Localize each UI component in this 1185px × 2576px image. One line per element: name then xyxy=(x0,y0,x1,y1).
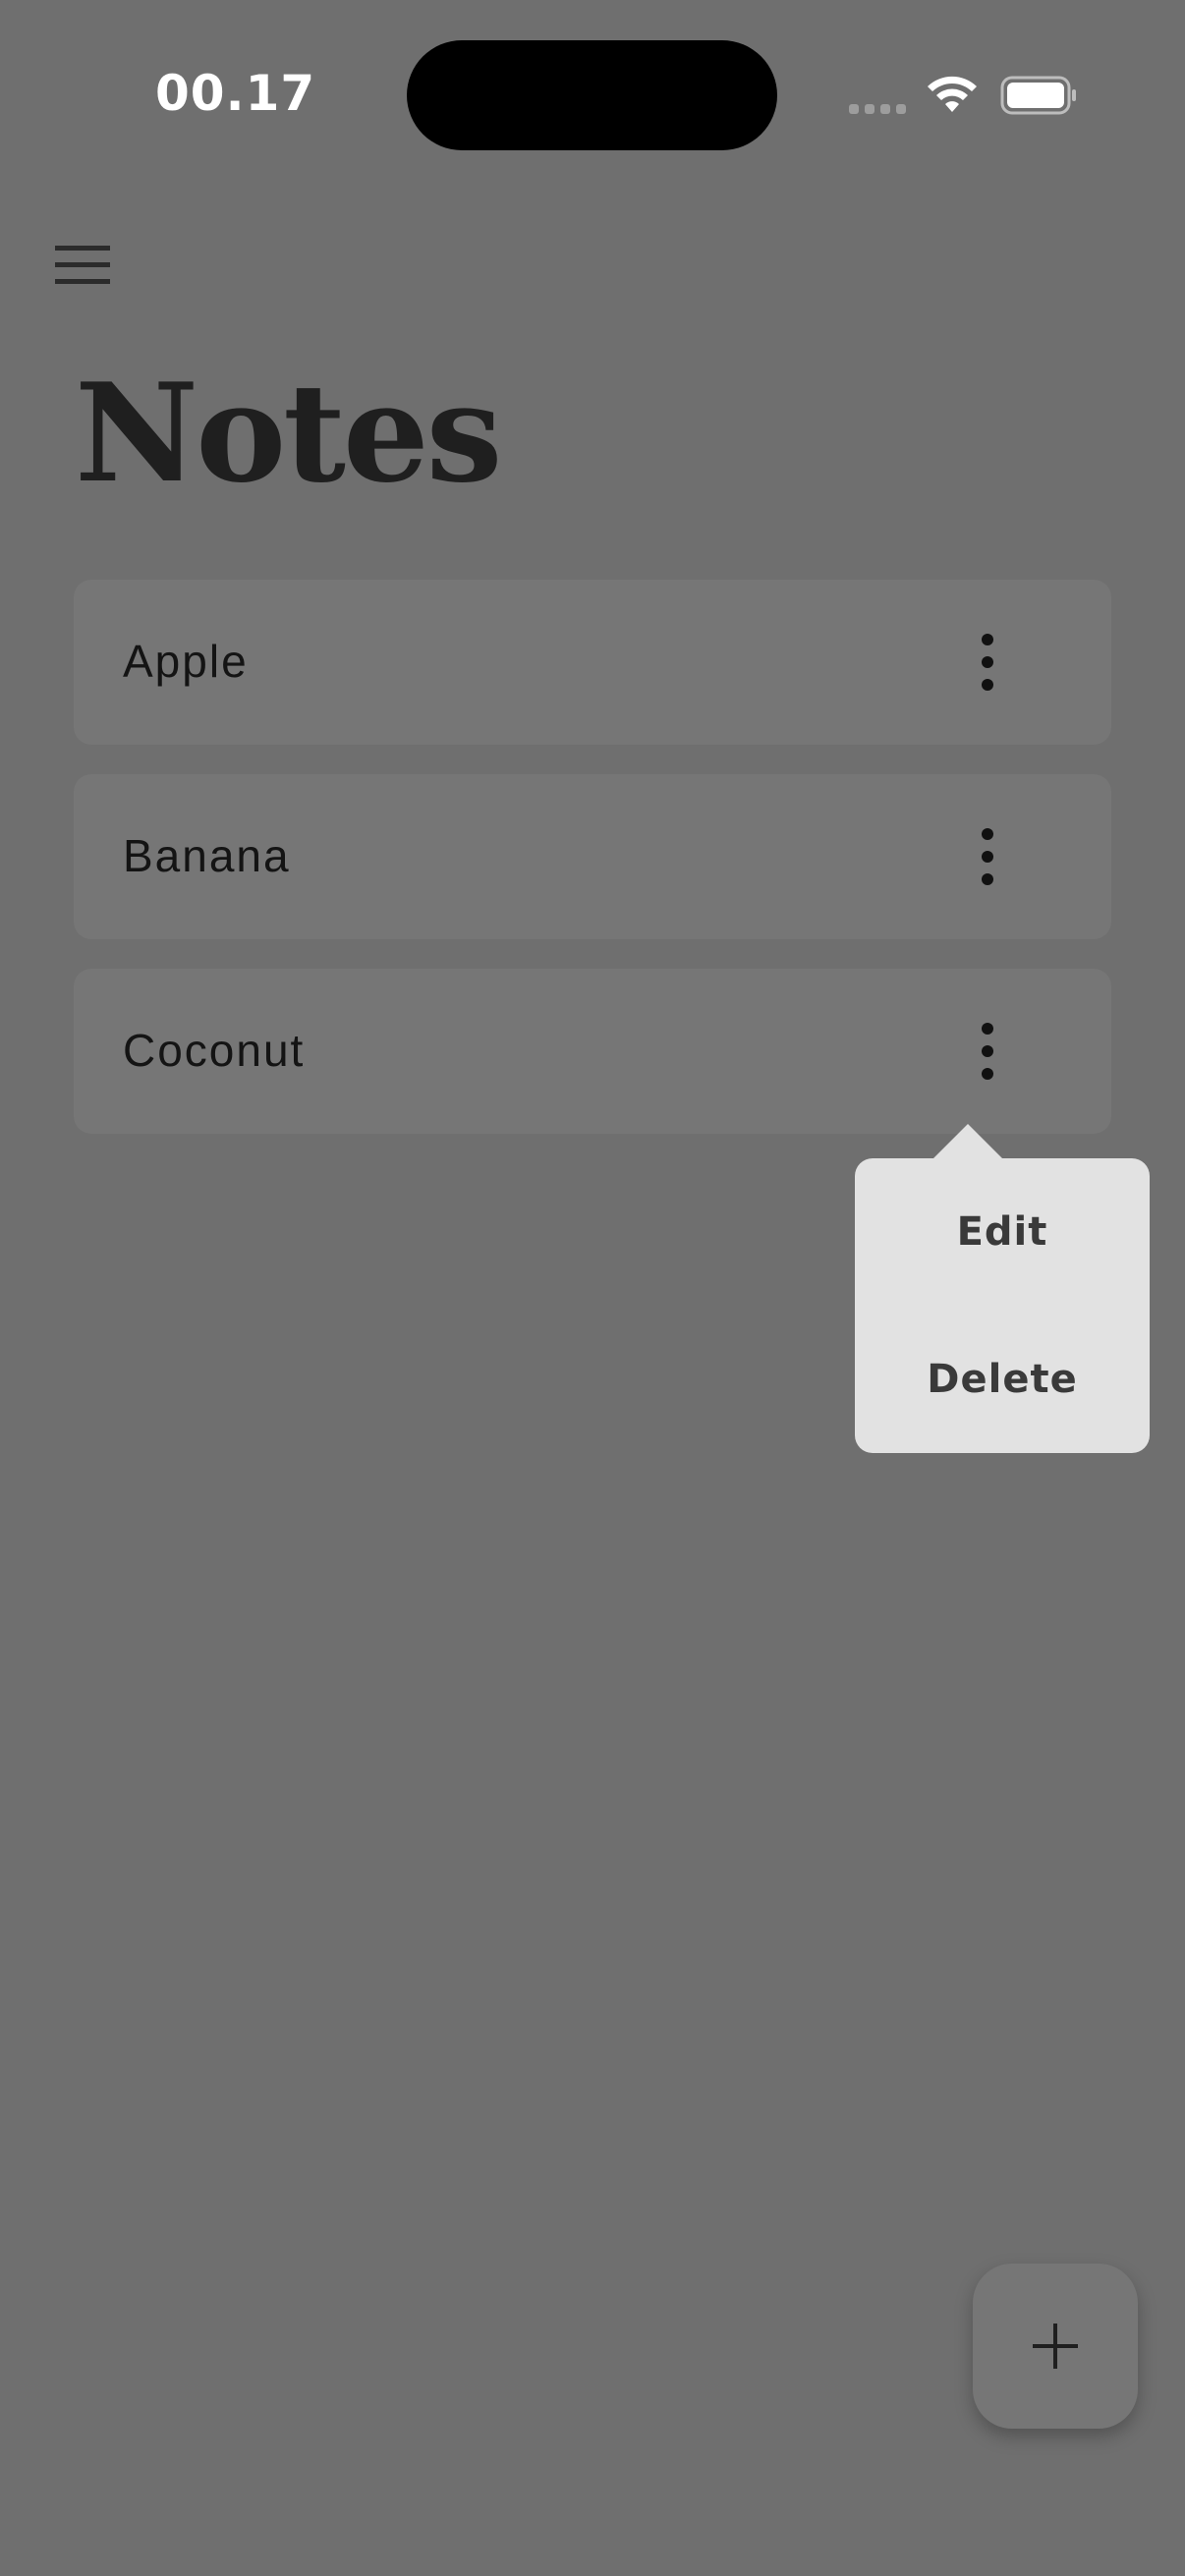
page-title: Notes xyxy=(75,353,502,513)
hamburger-menu-icon[interactable] xyxy=(43,226,122,305)
status-bar: 00.17 xyxy=(0,0,1185,187)
note-card-apple[interactable]: Apple xyxy=(74,580,1111,745)
wifi-icon xyxy=(928,76,977,112)
note-title: Apple xyxy=(123,636,249,687)
more-vertical-icon[interactable] xyxy=(938,808,1037,906)
note-title: Banana xyxy=(123,830,291,881)
notes-list: Apple Banana Coconut xyxy=(74,580,1111,1163)
note-card-coconut[interactable]: Coconut xyxy=(74,969,1111,1134)
more-vertical-icon[interactable] xyxy=(938,1002,1037,1100)
edit-menu-item[interactable]: Edit xyxy=(855,1178,1150,1286)
note-card-banana[interactable]: Banana xyxy=(74,774,1111,939)
signal-icon xyxy=(849,104,908,114)
popup-arrow xyxy=(932,1124,1003,1159)
add-note-button[interactable] xyxy=(973,2264,1138,2429)
more-vertical-icon[interactable] xyxy=(938,613,1037,711)
battery-icon xyxy=(1000,76,1076,115)
note-title: Coconut xyxy=(123,1025,306,1076)
status-time: 00.17 xyxy=(155,65,316,122)
note-options-popup: Edit Delete xyxy=(855,1158,1150,1453)
delete-menu-item[interactable]: Delete xyxy=(855,1325,1150,1433)
plus-icon xyxy=(1033,2324,1078,2369)
dynamic-island xyxy=(407,40,777,150)
